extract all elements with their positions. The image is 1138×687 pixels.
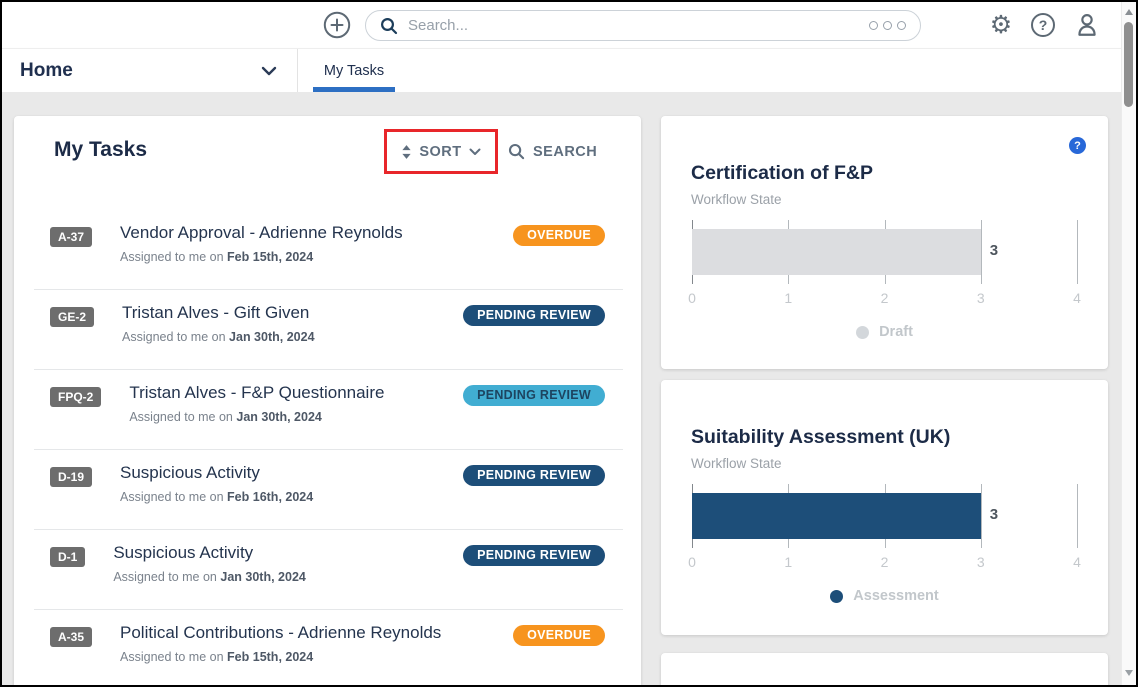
status-badge: PENDING REVIEW: [463, 465, 605, 486]
bar-value-label: 3: [990, 506, 998, 523]
widget-subtitle: Workflow State: [691, 192, 782, 207]
tab-my-tasks-label: My Tasks: [324, 63, 384, 79]
scrollbar-thumb[interactable]: [1124, 22, 1133, 107]
x-axis: 0 1 2 3 4: [692, 554, 1077, 570]
vertical-scrollbar[interactable]: [1121, 2, 1136, 685]
nav-bar: Home My Tasks: [2, 48, 1121, 92]
search-icon: [508, 143, 525, 160]
settings-button[interactable]: ⚙: [987, 11, 1015, 39]
bar-value-label: 3: [990, 242, 998, 259]
home-dropdown[interactable]: Home: [2, 49, 298, 92]
task-date: Feb 15th, 2024: [227, 250, 313, 264]
widget-partial-card: [661, 653, 1108, 687]
sort-label: SORT: [419, 144, 461, 160]
plus-circle-icon: [323, 11, 351, 39]
chevron-down-icon: [469, 148, 481, 156]
task-assigned-line: Assigned to me on Feb 16th, 2024: [120, 490, 313, 504]
task-title[interactable]: Vendor Approval - Adrienne Reynolds: [120, 223, 403, 243]
scroll-up-arrow-icon[interactable]: [1125, 9, 1133, 15]
status-badge: OVERDUE: [513, 625, 605, 646]
status-badge: PENDING REVIEW: [463, 545, 605, 566]
task-date: Feb 16th, 2024: [227, 490, 313, 504]
task-row[interactable]: GE-2 Tristan Alves - Gift Given Assigned…: [14, 290, 641, 370]
search-label: SEARCH: [533, 144, 597, 160]
status-badge: OVERDUE: [513, 225, 605, 246]
legend-dot: [856, 326, 869, 339]
task-assigned-line: Assigned to me on Jan 30th, 2024: [129, 410, 384, 424]
search-icon: [380, 17, 398, 35]
panel-title: My Tasks: [54, 138, 147, 162]
status-badge: PENDING REVIEW: [463, 385, 605, 406]
status-badge: PENDING REVIEW: [463, 305, 605, 326]
task-title[interactable]: Tristan Alves - Gift Given: [122, 303, 315, 323]
user-profile-button[interactable]: [1073, 11, 1101, 39]
help-circle-icon: ?: [1031, 13, 1055, 37]
task-row[interactable]: A-37 Vendor Approval - Adrienne Reynolds…: [14, 210, 641, 290]
search-input[interactable]: [408, 17, 869, 34]
task-date: Jan 30th, 2024: [220, 570, 305, 584]
chart-legend[interactable]: Assessment: [661, 588, 1108, 604]
task-list: A-37 Vendor Approval - Adrienne Reynolds…: [14, 210, 641, 687]
tab-my-tasks[interactable]: My Tasks: [311, 49, 397, 92]
legend-label: Draft: [879, 324, 913, 340]
widget-title: Suitability Assessment (UK): [691, 426, 950, 449]
my-tasks-panel: My Tasks SORT SEARCH: [14, 116, 641, 687]
task-assigned-line: Assigned to me on Feb 15th, 2024: [120, 650, 441, 664]
chart-bar-assessment[interactable]: [692, 493, 981, 539]
create-object-button[interactable]: [323, 11, 351, 39]
chevron-down-icon: [261, 66, 277, 76]
help-circle-icon[interactable]: ?: [1069, 137, 1086, 154]
bar-chart: 3: [692, 220, 1077, 284]
task-id-badge: A-35: [50, 627, 92, 647]
task-id-badge: GE-2: [50, 307, 94, 327]
chart-legend[interactable]: Draft: [661, 324, 1108, 340]
task-title[interactable]: Political Contributions - Adrienne Reyno…: [120, 623, 441, 643]
chart-bar-draft[interactable]: [692, 229, 981, 275]
top-bar: ⚙ ?: [2, 2, 1121, 48]
user-icon: [1074, 12, 1100, 38]
widget-subtitle: Workflow State: [691, 456, 782, 471]
x-axis: 0 1 2 3 4: [692, 290, 1077, 306]
page-content: My Tasks SORT SEARCH: [2, 92, 1121, 685]
task-row[interactable]: FPQ-2 Tristan Alves - F&P Questionnaire …: [14, 370, 641, 450]
task-title[interactable]: Suspicious Activity: [113, 543, 306, 563]
gear-icon: ⚙: [990, 10, 1012, 40]
legend-dot: [830, 590, 843, 603]
global-search-bar[interactable]: [365, 10, 921, 41]
task-id-badge: FPQ-2: [50, 387, 101, 407]
ellipsis-circles-icon[interactable]: [869, 21, 906, 30]
widget-certification-of-fp: ? Certification of F&P Workflow State 3 …: [661, 116, 1108, 369]
widget-suitability-assessment-uk: Suitability Assessment (UK) Workflow Sta…: [661, 380, 1108, 635]
task-row[interactable]: A-35 Political Contributions - Adrienne …: [14, 610, 641, 687]
app-window: ⚙ ? Home My Tasks My Tasks: [0, 0, 1138, 687]
task-id-badge: D-19: [50, 467, 92, 487]
task-date: Feb 15th, 2024: [227, 650, 313, 664]
task-id-badge: A-37: [50, 227, 92, 247]
task-date: Jan 30th, 2024: [229, 330, 314, 344]
task-title[interactable]: Suspicious Activity: [120, 463, 313, 483]
home-label: Home: [20, 60, 73, 82]
task-assigned-line: Assigned to me on Jan 30th, 2024: [122, 330, 315, 344]
sort-arrows-icon: [401, 144, 412, 160]
task-assigned-line: Assigned to me on Jan 30th, 2024: [113, 570, 306, 584]
legend-label: Assessment: [853, 588, 938, 604]
task-id-badge: D-1: [50, 547, 85, 567]
task-title[interactable]: Tristan Alves - F&P Questionnaire: [129, 383, 384, 403]
widget-title: Certification of F&P: [691, 162, 873, 185]
task-row[interactable]: D-1 Suspicious Activity Assigned to me o…: [14, 530, 641, 610]
help-button[interactable]: ?: [1029, 11, 1057, 39]
bar-chart: 3: [692, 484, 1077, 548]
task-search-button[interactable]: SEARCH: [508, 129, 597, 174]
task-date: Jan 30th, 2024: [236, 410, 321, 424]
sort-button-highlighted[interactable]: SORT: [384, 129, 498, 174]
scroll-down-arrow-icon[interactable]: [1125, 670, 1133, 676]
task-row[interactable]: D-19 Suspicious Activity Assigned to me …: [14, 450, 641, 530]
task-assigned-line: Assigned to me on Feb 15th, 2024: [120, 250, 403, 264]
